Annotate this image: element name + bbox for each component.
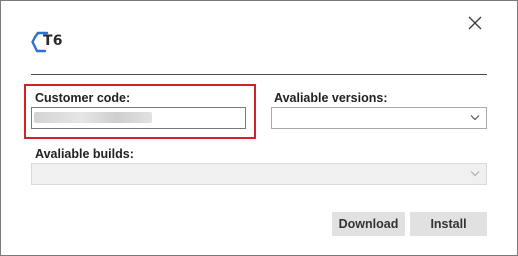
install-dialog: T6 Customer code: Avaliable versions: Av…: [0, 0, 518, 256]
t6-logo: T6: [31, 31, 71, 53]
logo-text: T6: [43, 33, 63, 49]
customer-code-label: Customer code:: [35, 91, 131, 105]
chevron-down-icon: [470, 171, 480, 177]
close-button[interactable]: [467, 15, 483, 31]
versions-label: Avaliable versions:: [274, 91, 388, 105]
customer-code-input[interactable]: [31, 107, 246, 129]
close-icon: [468, 16, 482, 30]
builds-label: Avaliable builds:: [35, 147, 134, 161]
redacted-code-value: [34, 112, 152, 123]
header-divider: [31, 74, 487, 75]
versions-select[interactable]: [271, 107, 487, 129]
chevron-down-icon: [470, 115, 480, 121]
builds-select[interactable]: [31, 163, 487, 185]
install-button[interactable]: Install: [410, 212, 487, 236]
download-button[interactable]: Download: [332, 212, 405, 236]
